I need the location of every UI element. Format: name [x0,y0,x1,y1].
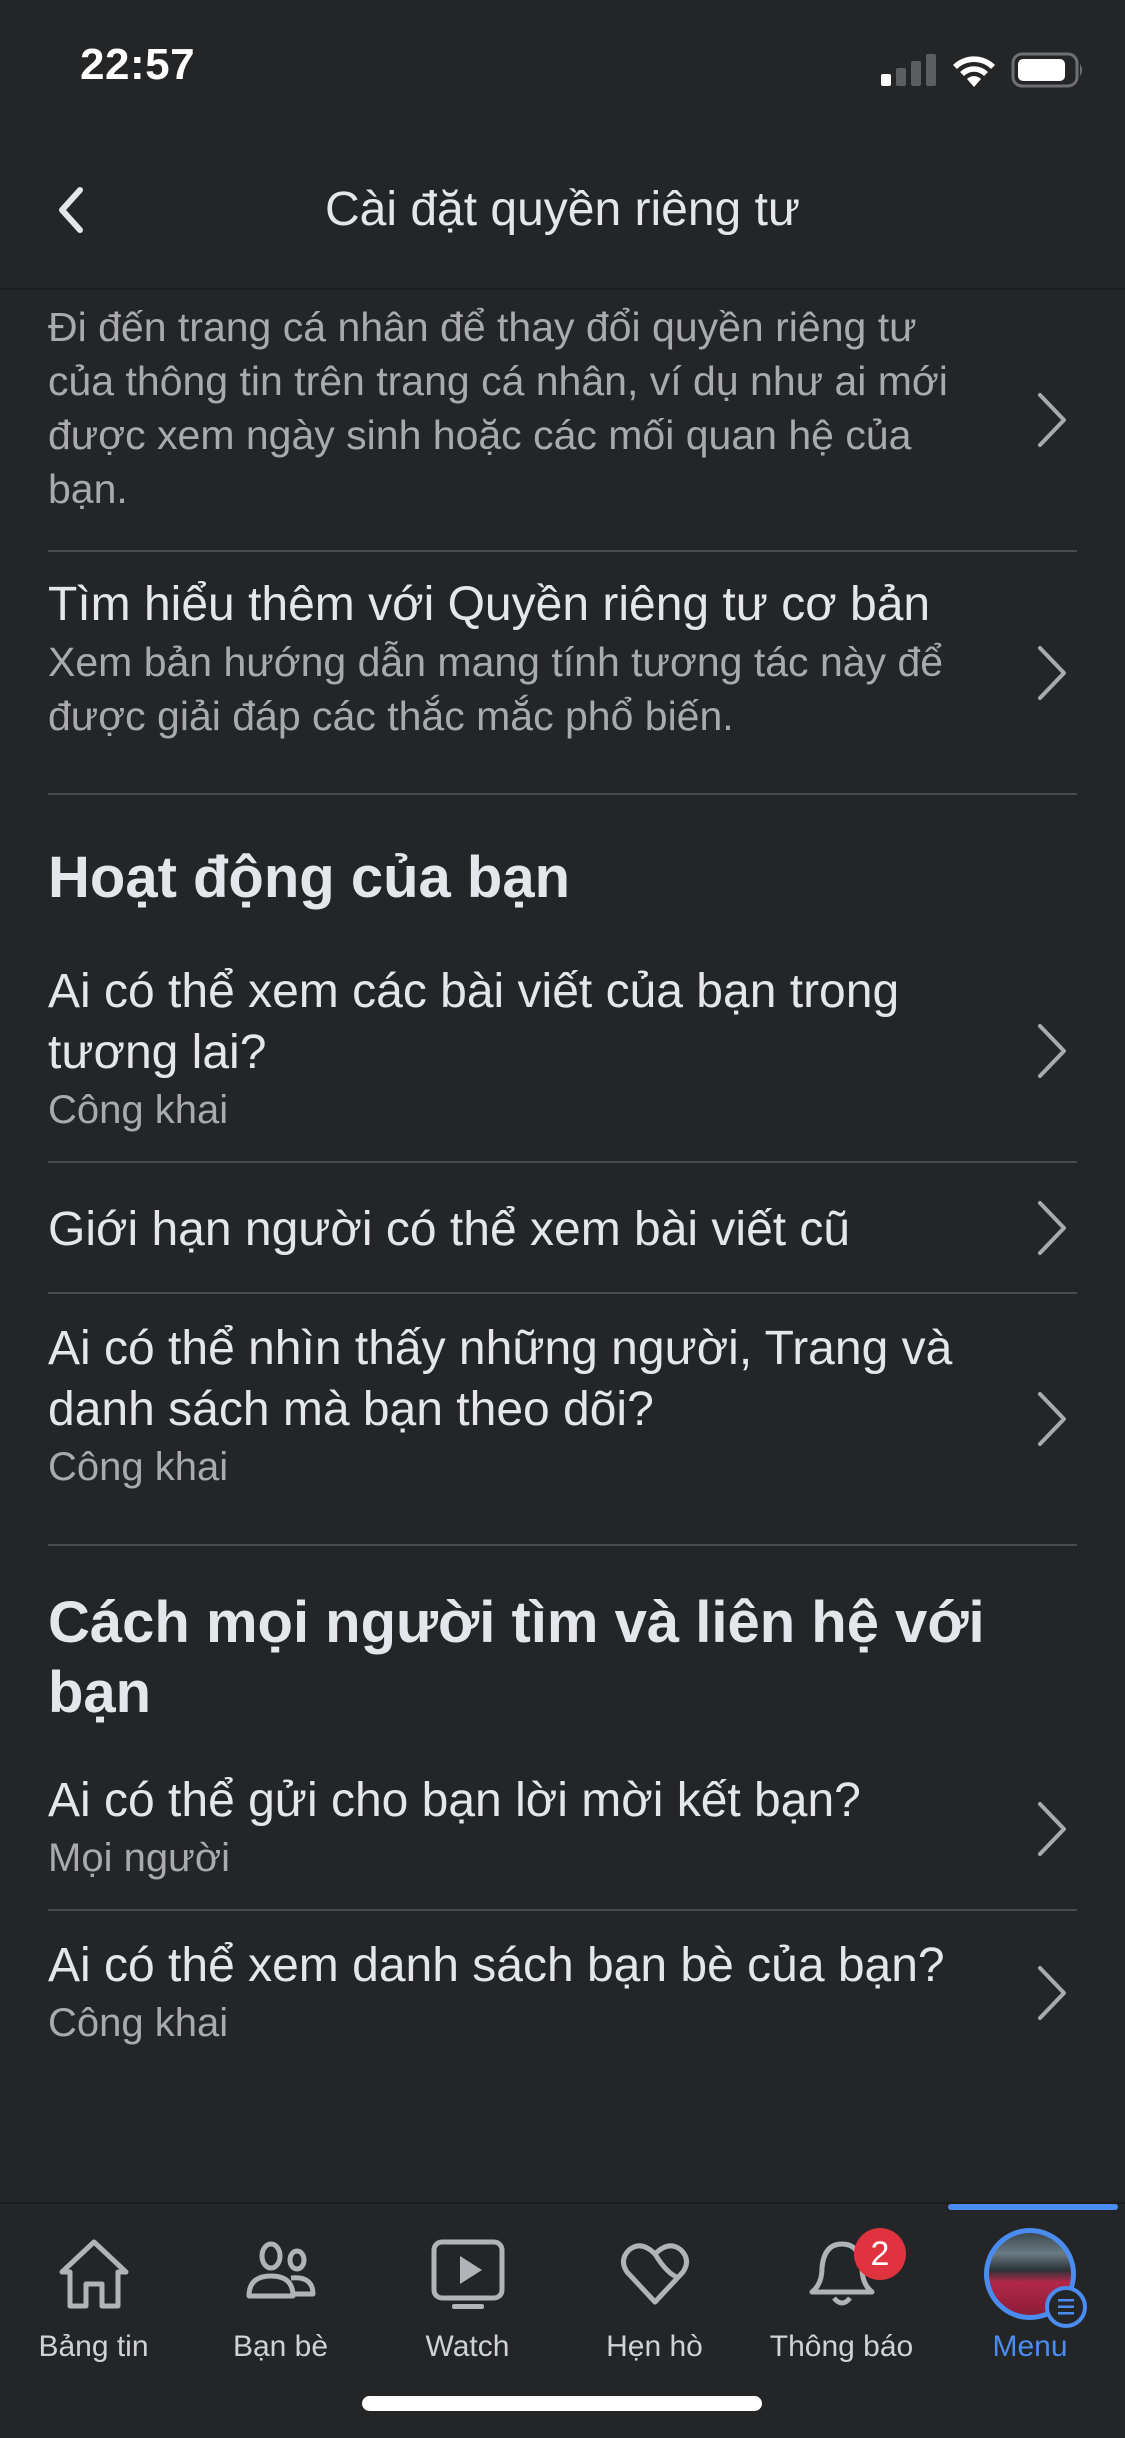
watch-icon [431,2239,504,2309]
row-description: Xem bản hướng dẫn mang tính tương tác nà… [48,639,944,739]
tab-notifications[interactable]: 2 Thông báo [748,2204,935,2384]
chevron-right-icon [1038,1200,1066,1255]
friend-requests-row[interactable]: Ai có thể gửi cho bạn lời mời kết bạn? M… [48,1748,1077,1911]
settings-list: Đi đến trang cá nhân để thay đổi quyền r… [0,290,1125,2202]
section-title-your-activity: Hoạt động của bạn [48,845,570,910]
friends-icon [246,2241,315,2299]
home-icon [59,2239,128,2309]
tab-dating[interactable]: Hẹn hò [561,2204,748,2384]
limit-past-posts-row[interactable]: Giới hạn người có thể xem bài viết cũ [48,1163,1077,1294]
status-time: 22:57 [80,40,196,89]
nav-header: Cài đặt quyền riêng tư [0,130,1125,290]
dating-heart-icon [620,2243,689,2305]
chevron-right-icon [1038,1801,1066,1856]
tab-label: Bảng tin [38,2330,149,2363]
tab-news-feed[interactable]: Bảng tin [0,2204,187,2384]
row-description: Đi đến trang cá nhân để thay đổi quyền r… [48,304,948,512]
tab-friends[interactable]: Bạn bè [187,2204,374,2384]
privacy-basics-row[interactable]: Tìm hiểu thêm với Quyền riêng tư cơ bản … [48,552,1077,795]
row-title: Ai có thể gửi cho bạn lời mời kết bạn? [48,1774,861,1827]
row-title: Ai có thể nhìn thấy những người, Trang v… [48,1322,953,1436]
tab-label: Bạn bè [232,2330,329,2363]
status-icons [881,52,1085,88]
following-visibility-row[interactable]: Ai có thể nhìn thấy những người, Trang v… [48,1294,1077,1546]
wifi-icon [953,56,995,87]
section-title-find-contact: Cách mọi người tìm và liên hệ với bạn [48,1590,985,1725]
row-value: Công khai [48,1445,229,1489]
tab-label: Hẹn hò [606,2330,703,2363]
tab-label: Menu [992,2330,1068,2363]
row-title: Giới hạn người có thể xem bài viết cũ [48,1203,851,1256]
profile-privacy-row[interactable]: Đi đến trang cá nhân để thay đổi quyền r… [48,290,1077,552]
chevron-right-icon [1038,1965,1066,2020]
tab-label: Thông báo [769,2330,914,2363]
row-title: Ai có thể xem các bài viết của bạn trong… [48,965,900,1079]
row-value: Mọi người [48,1836,230,1880]
chevron-right-icon [1038,645,1066,700]
status-bar: 22:57 [0,0,1125,130]
battery-icon [1011,52,1082,88]
page-title: Cài đặt quyền riêng tư [324,183,801,236]
notification-badge: 2 [854,2228,906,2280]
tab-watch[interactable]: Watch [374,2204,561,2384]
row-value: Công khai [48,1088,229,1132]
chevron-right-icon [1038,1024,1066,1078]
home-indicator[interactable] [362,2396,762,2411]
chevron-right-icon [1038,1392,1066,1446]
menu-hamburger-icon [1045,2286,1087,2328]
chevron-right-icon [1038,393,1066,447]
tab-menu[interactable]: Menu [935,2204,1125,2384]
row-value: Công khai [48,2001,229,2045]
tab-label: Watch [425,2330,510,2363]
friends-list-row[interactable]: Ai có thể xem danh sách bạn bè của bạn? … [48,1911,1077,2074]
row-title: Tìm hiểu thêm với Quyền riêng tư cơ bản [48,578,931,631]
signal-icon [881,54,936,86]
future-posts-row[interactable]: Ai có thể xem các bài viết của bạn trong… [48,941,1077,1163]
row-title: Ai có thể xem danh sách bạn bè của bạn? [48,1939,945,1992]
